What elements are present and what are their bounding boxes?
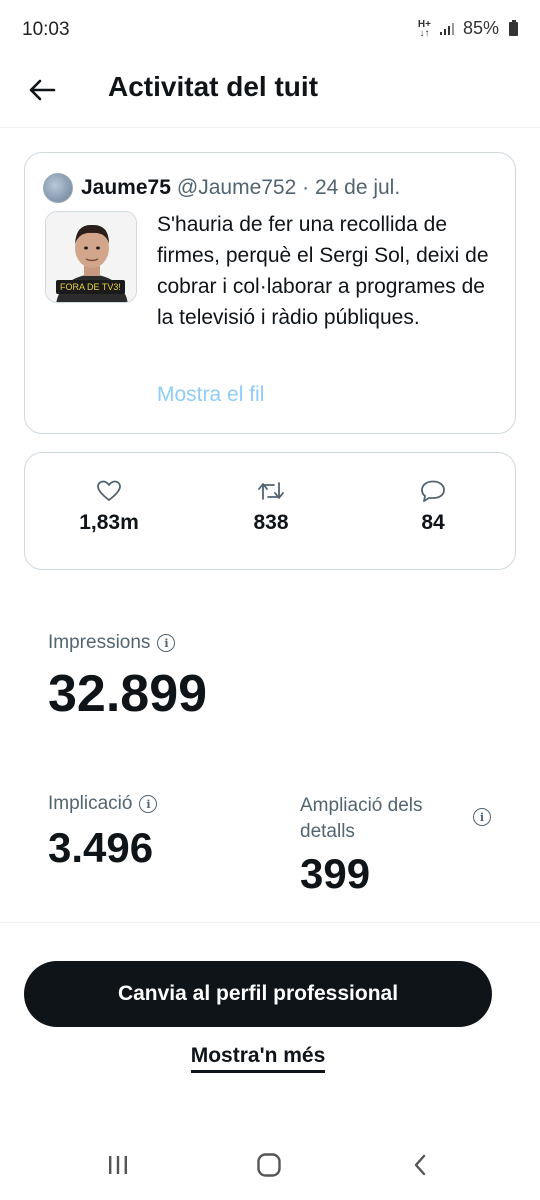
retweets-count: 838 bbox=[253, 511, 289, 534]
engagement-label-row: Implicació i bbox=[48, 793, 158, 815]
engagement-label: Implicació bbox=[48, 793, 133, 814]
engagement-card: 1,83m 838 84 bbox=[24, 452, 516, 570]
info-icon[interactable]: i bbox=[473, 808, 491, 826]
engagement-value: 3.496 bbox=[48, 824, 154, 871]
media-caption: FORA DE TV3! bbox=[56, 280, 125, 294]
info-icon[interactable]: i bbox=[139, 795, 158, 813]
tweet-header: Jaume75 @Jaume752 · 24 de jul. bbox=[43, 173, 400, 203]
status-icons: H+ ↓↑ 85% bbox=[418, 18, 518, 39]
tweet-card[interactable]: Jaume75 @Jaume752 · 24 de jul. FORA DE T… bbox=[24, 152, 516, 434]
likes-stat: 1,83m bbox=[39, 479, 179, 535]
system-nav-bar bbox=[0, 1130, 540, 1200]
page-title: Activitat del tuit bbox=[108, 71, 319, 102]
home-button[interactable] bbox=[249, 1148, 289, 1182]
chevron-left-icon bbox=[414, 1154, 426, 1176]
status-time: 10:03 bbox=[22, 19, 70, 40]
reply-bubble-icon bbox=[421, 480, 445, 502]
status-bar: 10:03 H+ ↓↑ 85% bbox=[0, 0, 540, 60]
replies-count: 84 bbox=[421, 511, 445, 534]
recent-apps-icon bbox=[109, 1156, 127, 1174]
replies-stat: 84 bbox=[363, 479, 503, 535]
detail-expand-value: 399 bbox=[300, 850, 371, 897]
tweet-text: S'hauria de fer una recollida de firmes,… bbox=[157, 213, 489, 329]
battery-icon bbox=[509, 19, 518, 36]
network-type-label: H+ bbox=[417, 18, 431, 30]
retweet-icon bbox=[258, 482, 284, 500]
divider bbox=[0, 922, 540, 923]
home-icon bbox=[257, 1153, 281, 1177]
header: Activitat del tuit bbox=[0, 60, 540, 128]
heart-icon bbox=[97, 480, 121, 501]
likes-count: 1,83m bbox=[79, 511, 139, 534]
show-more-link[interactable]: Mostra'n més bbox=[190, 1044, 326, 1073]
author-handle-date: @Jaume752 · 24 de jul. bbox=[176, 176, 401, 199]
detail-label-line2: detalls bbox=[300, 821, 355, 842]
author-avatar[interactable] bbox=[43, 173, 73, 203]
impressions-value: 32.899 bbox=[48, 665, 208, 723]
back-nav-button[interactable] bbox=[400, 1148, 440, 1182]
author-name[interactable]: Jaume75 bbox=[81, 176, 171, 200]
info-icon[interactable]: i bbox=[157, 634, 176, 652]
signal-icon bbox=[439, 22, 454, 35]
detail-expand-label: Ampliació dels detalls bbox=[300, 793, 470, 845]
show-thread-link[interactable]: Mostra el fil bbox=[157, 383, 264, 407]
network-type-icon: H+ ↓↑ bbox=[417, 18, 431, 39]
switch-professional-button[interactable]: Canvia al perfil professional bbox=[24, 961, 492, 1027]
recent-apps-button[interactable] bbox=[98, 1148, 138, 1182]
show-more-container: Mostra'n més bbox=[0, 1044, 516, 1073]
battery-percent: 85% bbox=[462, 18, 499, 38]
retweets-stat: 838 bbox=[201, 479, 341, 535]
arrow-left-icon bbox=[29, 79, 56, 101]
detail-label-line1: Ampliació dels bbox=[300, 795, 423, 816]
back-button[interactable] bbox=[22, 70, 62, 110]
tweet-media-thumbnail[interactable]: FORA DE TV3! bbox=[45, 211, 137, 303]
impressions-label: Impressions bbox=[48, 632, 151, 653]
impressions-label-row: Impressions i bbox=[48, 632, 176, 654]
